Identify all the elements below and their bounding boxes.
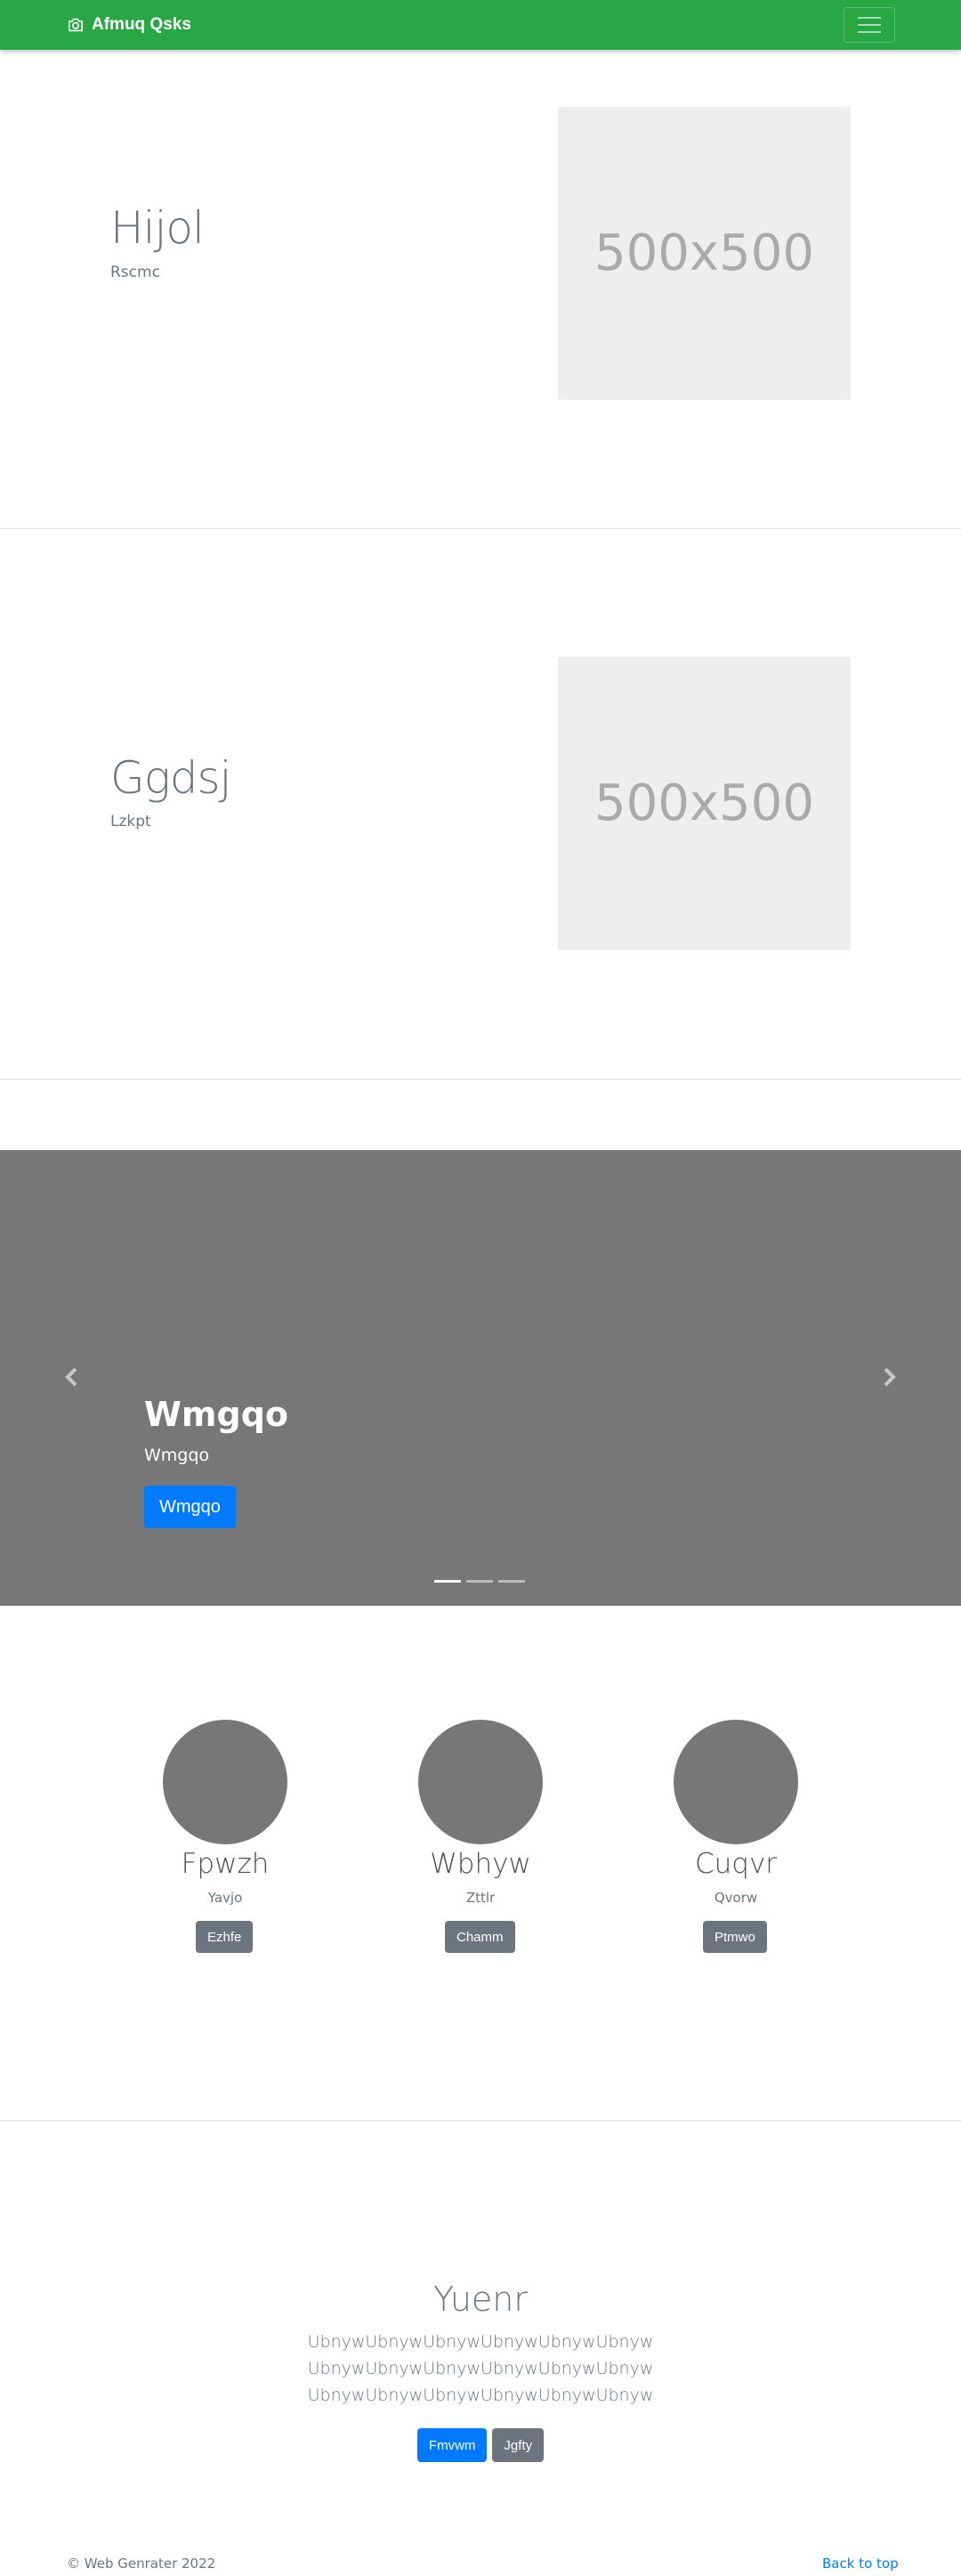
navbar: Afmuq Qsks (0, 0, 961, 50)
back-to-top-link[interactable]: Back to top (822, 2555, 899, 2572)
team-role: Yavjo (207, 1890, 243, 1906)
jumbotron-text: UbnywUbnywUbnywUbnywUbnywUbnyw UbnywUbny… (0, 2329, 961, 2409)
team-button[interactable]: Ezhfe (196, 1921, 254, 1953)
carousel-cta-button[interactable]: Wmgqo (144, 1486, 236, 1528)
divider (0, 1079, 961, 1080)
team-card: Cuqvr Qvorw Ptmwo (629, 1720, 843, 1960)
avatar (674, 1720, 798, 1844)
feature-image: 500x500 (558, 107, 851, 400)
team-button[interactable]: Chamm (445, 1921, 515, 1953)
divider (0, 2120, 961, 2121)
feature-heading: Hijol (110, 202, 205, 254)
camera-icon (69, 18, 83, 32)
carousel-text: Wmgqo (144, 1446, 210, 1465)
carousel-indicators (434, 1580, 525, 1583)
chevron-left-icon[interactable] (59, 1364, 85, 1390)
avatar (163, 1720, 287, 1844)
image-placeholder-label: 500x500 (594, 224, 814, 282)
brand-link[interactable]: Afmuq Qsks (67, 14, 191, 36)
hamburger-menu-icon (858, 17, 881, 19)
feature-subheading: Lzkpt (110, 813, 151, 830)
team-name: Wbhyw (430, 1848, 531, 1880)
chevron-right-icon[interactable] (876, 1364, 902, 1390)
carousel-title: Wmgqo (144, 1395, 289, 1434)
team-name: Cuqvr (694, 1848, 778, 1880)
feature-section: Hijol Rscmc 500x500 (0, 50, 961, 600)
image-placeholder-label: 500x500 (594, 774, 814, 832)
team-name: Fpwzh (181, 1848, 270, 1880)
team-button[interactable]: Ptmwo (703, 1921, 767, 1953)
team-card: Fpwzh Yavjo Ezhfe (118, 1720, 332, 1960)
team-role: Qvorw (714, 1890, 758, 1906)
navbar-toggler-button[interactable] (844, 7, 895, 43)
carousel-indicator[interactable] (434, 1580, 461, 1583)
team-role: Zttlr (465, 1890, 496, 1906)
jumbotron-buttons: Fmvwm Jgfty (0, 2428, 961, 2462)
feature-heading: Ggdsj (110, 752, 231, 804)
carousel: Wmgqo Wmgqo Wmgqo (0, 1150, 961, 1606)
avatar (418, 1720, 543, 1844)
secondary-button[interactable]: Jgfty (492, 2428, 545, 2462)
jumbotron-title: Yuenr (432, 2280, 529, 2319)
jumbotron-line: UbnywUbnywUbnywUbnywUbnywUbnyw (307, 2386, 654, 2405)
feature-section: Ggdsj Lzkpt 500x500 (0, 529, 961, 1079)
feature-image: 500x500 (558, 657, 851, 950)
team-card: Wbhyw Zttlr Chamm (374, 1720, 587, 1960)
carousel-indicator[interactable] (498, 1580, 525, 1583)
footer-copyright: © Web Genrater 2022 (67, 2556, 216, 2572)
carousel-indicator[interactable] (466, 1580, 493, 1583)
jumbotron-line: UbnywUbnywUbnywUbnywUbnywUbnyw (307, 2332, 654, 2352)
feature-subheading: Rscmc (110, 263, 160, 281)
brand-text: Afmuq Qsks (92, 15, 191, 34)
primary-button[interactable]: Fmvwm (416, 2428, 488, 2462)
jumbotron-line: UbnywUbnywUbnywUbnywUbnywUbnyw (307, 2359, 654, 2378)
